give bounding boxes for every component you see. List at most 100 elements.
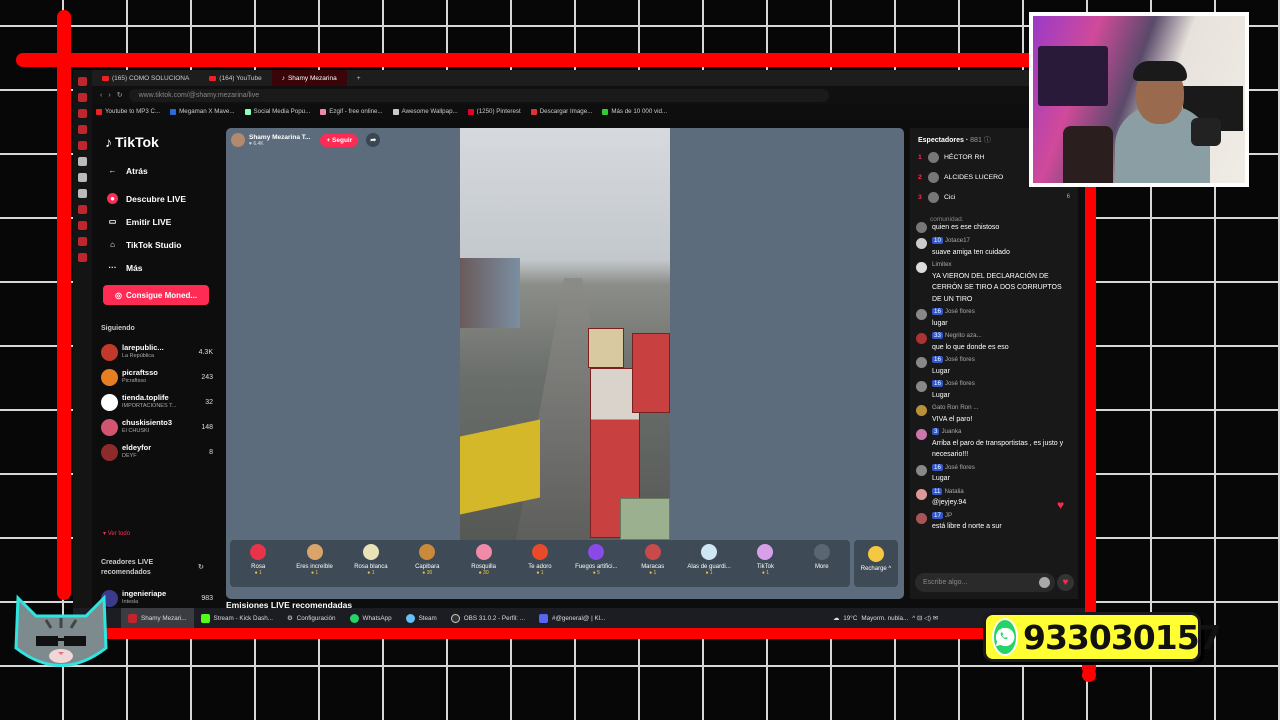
avatar[interactable] — [916, 512, 927, 524]
more-icon: ··· — [108, 263, 117, 272]
tab-youtube-2[interactable]: (164) YouTube — [199, 70, 271, 86]
avatar[interactable] — [916, 429, 927, 440]
taskbar-app[interactable]: ⚙ Configuración — [280, 608, 343, 628]
taskbar-app[interactable]: OBS 31.0.2 - Perfil: ... — [444, 608, 532, 628]
account-item[interactable]: eldeyfor DEYF 8 — [101, 440, 213, 464]
account-item[interactable]: picraftsso Picraftsso 243 — [101, 365, 213, 389]
taskbar-app[interactable]: Shamy Mezari... — [121, 608, 194, 628]
windows-taskbar: Shamy Mezari... Stream - Kick Dash... ⚙ C… — [73, 608, 1085, 628]
account-item[interactable]: ingenieriape Intesla 983 — [101, 586, 213, 610]
avatar[interactable] — [916, 309, 927, 320]
bookmark-item[interactable]: Megaman X Mave... — [170, 108, 235, 115]
gift-item[interactable]: Eres increíble ● 1 — [286, 544, 342, 576]
nav-tiktok-studio[interactable]: ⌂ TikTok Studio — [107, 239, 181, 250]
avatar[interactable] — [916, 357, 927, 368]
nav-go-live[interactable]: ▭ Emitir LIVE — [107, 216, 172, 227]
live-video[interactable] — [460, 128, 670, 540]
gift-item[interactable]: More — [794, 544, 850, 570]
tab-youtube-1[interactable]: (165) COMO SOLUCIONA — [92, 70, 199, 86]
live-chat: Espectadores · 881 ⓘ 1 HÉCTOR RH 2 ALCIDES … — [910, 128, 1078, 599]
live-player: Shamy Mezarina T... ♥ 6.4K + Seguir ➦ Ros… — [226, 128, 904, 599]
host-avatar[interactable] — [231, 133, 245, 147]
gift-icon — [644, 544, 661, 560]
address-bar: ‹ › ↻ www.tiktok.com/@shamy.mezarina/liv… — [92, 86, 1085, 104]
avatar — [928, 151, 939, 163]
taskbar-app[interactable]: Steam — [399, 608, 444, 628]
url-field[interactable]: www.tiktok.com/@shamy.mezarina/live — [128, 88, 829, 102]
account-item[interactable]: chuskisiento3 El CHUSKI 148 — [101, 415, 213, 439]
tab-tiktok-live[interactable]: ♪ Shamy Mezarina — [271, 70, 347, 86]
taskbar-app[interactable]: #@general@ | Kl... — [532, 608, 612, 628]
avatar — [101, 343, 118, 361]
gift-item[interactable]: Fuegos artifici... ● 5 — [568, 544, 624, 576]
nav-back[interactable]: ← Atrás — [107, 165, 148, 176]
overlay-dot — [16, 53, 30, 67]
bus — [632, 333, 670, 413]
forward-arrow-icon[interactable]: › — [108, 92, 110, 99]
gift-item[interactable]: Alas de guardi... ● 1 — [681, 544, 737, 576]
emoji-icon[interactable] — [1039, 577, 1050, 588]
nav-more[interactable]: ··· Más — [107, 262, 143, 273]
webcam-overlay — [1029, 12, 1249, 187]
chat-message: 16 José flores Lugar — [916, 380, 1072, 400]
creators-title: Creadores LIVE recomendados — [101, 559, 154, 576]
tiktok-sidebar: ♪ TikTok ← Atrás ● Descubre LIVE ▭ Emitir LI… — [95, 128, 217, 628]
recharge-button[interactable]: Recharge ^ — [854, 540, 898, 587]
account-item[interactable]: larepublic... La República 4.3K — [101, 340, 213, 364]
bookmark-item[interactable]: Descargar Image... — [530, 108, 592, 115]
get-coins-button[interactable]: ◎ Consigue Moned... — [103, 285, 209, 305]
tiktok-logo[interactable]: ♪ TikTok — [105, 134, 159, 150]
taskbar-app[interactable]: WhatsApp — [343, 608, 399, 628]
see-all-link[interactable]: ▾ Ver todo — [103, 530, 130, 537]
avatar[interactable] — [916, 464, 927, 476]
bookmark-item[interactable]: Ezgif - free online... — [320, 108, 383, 115]
live-icon: ● — [107, 193, 118, 204]
gift-bar: Rosa ● 1 Eres increíble ● 1 Rosa blanca ● 1 Ca… — [230, 540, 850, 587]
like-button[interactable]: ♥ — [1057, 574, 1074, 591]
vehicle — [620, 498, 670, 540]
browser-side-panel — [73, 70, 92, 628]
chat-message: quien es ese chistoso — [916, 221, 1072, 233]
chat-message: Limitex YA VIERON DEL DECLARACIÓN DE CERR… — [916, 261, 1072, 304]
gift-item[interactable]: Maracas ● 1 — [625, 544, 681, 576]
avatar[interactable] — [916, 333, 927, 344]
avatar[interactable] — [916, 488, 927, 500]
gift-item[interactable]: Rosquilla ● 30 — [455, 544, 511, 576]
bookmark-item[interactable]: (1250) Pinterest — [467, 108, 521, 115]
account-item[interactable]: tienda.toplife IMPORTACIONES T... 32 — [101, 390, 213, 414]
reload-icon[interactable]: ↻ — [117, 91, 123, 99]
refresh-icon[interactable]: ↻ — [198, 563, 204, 571]
bookmark-item[interactable]: Más de 10 000 vid... — [602, 108, 667, 115]
gift-item[interactable]: Rosa blanca ● 1 — [343, 544, 399, 576]
info-icon[interactable]: ⓘ — [984, 137, 991, 144]
chat-message: 33 Negrito aza... que lo que donde es eso — [916, 332, 1072, 352]
chat-input[interactable]: Escribe algo... — [915, 573, 1055, 592]
avatar — [101, 393, 118, 411]
gift-item[interactable]: Rosa ● 1 — [230, 544, 286, 576]
new-tab-button[interactable]: + — [347, 70, 371, 86]
top-viewer-row[interactable]: 3 Cici 6 — [918, 188, 1070, 206]
nav-discover-live[interactable]: ● Descubre LIVE — [107, 193, 186, 204]
floating-heart-icon: ♥ — [1057, 498, 1065, 512]
gift-item[interactable]: Te adoro ● 1 — [512, 544, 568, 576]
level-badge: 16 — [932, 356, 943, 363]
bookmark-item[interactable]: Awesome Wallpap... — [392, 108, 458, 115]
avatar[interactable] — [916, 405, 927, 416]
bookmark-item[interactable]: Youtube to MP3 C... — [96, 108, 160, 115]
gift-item[interactable]: TikTok ● 1 — [737, 544, 793, 576]
gift-item[interactable]: Capibara ● 30 — [399, 544, 455, 576]
share-icon[interactable]: ➦ — [366, 133, 381, 147]
taskbar-app[interactable]: Stream - Kick Dash... — [194, 608, 281, 628]
bookmark-item[interactable]: Social Media Popu... — [244, 108, 310, 115]
opera-icon[interactable] — [78, 77, 87, 86]
follow-button[interactable]: + Seguir — [320, 133, 359, 147]
avatar[interactable] — [916, 381, 927, 392]
chair — [1063, 126, 1113, 183]
bus — [588, 328, 624, 368]
camera-icon: ▭ — [108, 217, 117, 226]
avatar[interactable] — [916, 238, 927, 249]
avatar[interactable] — [916, 222, 927, 233]
back-arrow-icon[interactable]: ‹ — [100, 92, 102, 99]
avatar[interactable] — [916, 262, 927, 273]
weather-widget[interactable]: ☁ 19°C Mayorm. nubla... ^ ⊟ ◁) ✉ — [833, 608, 938, 628]
